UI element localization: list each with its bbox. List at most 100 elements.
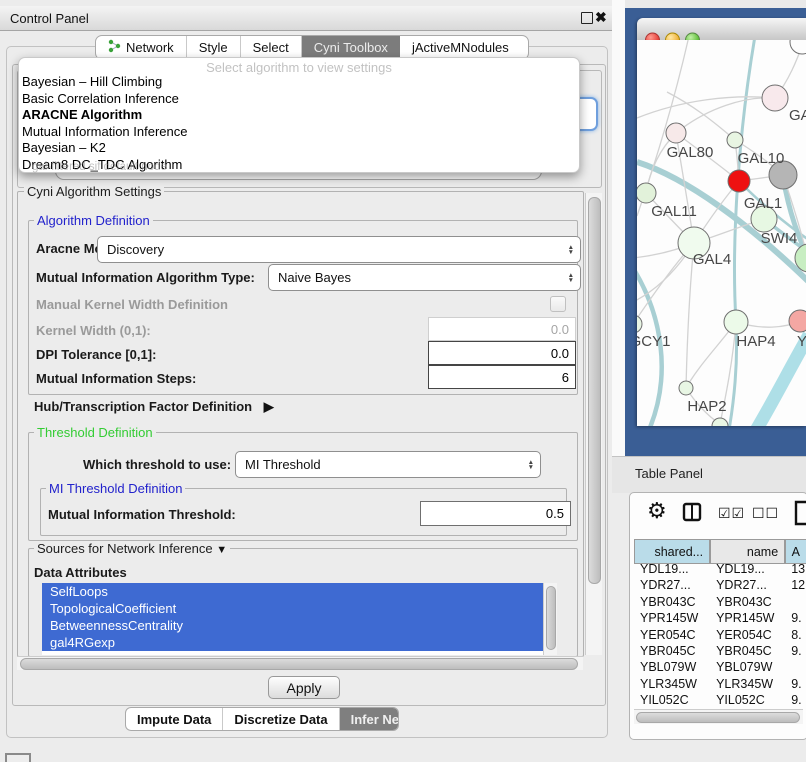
- table-row[interactable]: YLR345WYLR345W9.: [634, 677, 806, 693]
- mi-threshold-field[interactable]: 0.5: [420, 501, 571, 526]
- algorithm-popup-item[interactable]: Mutual Information Inference: [19, 124, 579, 141]
- tab-style[interactable]: Style: [187, 36, 241, 59]
- threshold-definition-title: Threshold Definition: [34, 425, 156, 440]
- minimized-panel-widget[interactable]: [5, 753, 31, 762]
- tab-jactivemnodules[interactable]: jActiveMNodules: [400, 36, 521, 59]
- attribute-list-item[interactable]: SelfLoops: [42, 583, 543, 600]
- table-horizontal-scrollbar[interactable]: [634, 709, 803, 724]
- network-edge[interactable]: [676, 98, 775, 133]
- tab-select[interactable]: Select: [241, 36, 302, 59]
- table-cell: YBL079W: [710, 660, 785, 676]
- network-node[interactable]: [728, 170, 750, 192]
- network-node-label: GAL4: [693, 251, 731, 268]
- table-cell: [785, 595, 806, 611]
- network-graph: GALGAL80GAL10GAL11GAL1SWI4GAL4GCY1HAP4YH…: [637, 40, 806, 426]
- network-node[interactable]: [790, 40, 806, 54]
- table-row[interactable]: YPR145WYPR145W9.: [634, 611, 806, 627]
- settings-horizontal-scrollbar[interactable]: [17, 656, 583, 670]
- attribute-list-item[interactable]: TopologicalCoefficient: [42, 600, 543, 617]
- network-canvas[interactable]: GALGAL80GAL10GAL11GAL1SWI4GAL4GCY1HAP4YH…: [637, 40, 806, 426]
- gear-icon[interactable]: ⚙: [647, 498, 667, 524]
- hub-definition-label: Hub/Transcription Factor Definition: [34, 399, 252, 414]
- table-header-row: shared...nameA: [634, 539, 806, 564]
- scrollbar-thumb[interactable]: [588, 197, 601, 584]
- bottom-tab-impute-data[interactable]: Impute Data: [126, 708, 223, 730]
- kernel-width-field[interactable]: 0.0: [428, 317, 576, 341]
- table-cell: YDR27...: [634, 578, 710, 594]
- table-cell: YER054C: [710, 628, 785, 644]
- float-panel-icon[interactable]: [581, 12, 593, 24]
- attribute-list-scrollbar[interactable]: [543, 583, 557, 655]
- table-row[interactable]: YDR27...YDR27...12: [634, 578, 806, 594]
- algorithm-popup-item[interactable]: Basic Correlation Inference: [19, 91, 579, 108]
- algorithm-popup-item[interactable]: Bayesian – K2: [19, 140, 579, 157]
- network-node-label: GCY1: [637, 333, 670, 350]
- network-node-label: HAP2: [687, 398, 726, 415]
- combo-stepper-icon: ▲▼: [568, 273, 574, 283]
- table-row[interactable]: YER054CYER054C8.: [634, 628, 806, 644]
- attribute-list-item[interactable]: gal4RGexp: [42, 634, 543, 651]
- scrollbar-thumb[interactable]: [20, 658, 578, 670]
- attribute-list-item[interactable]: BetweennessCentrality: [42, 617, 543, 634]
- network-node[interactable]: [666, 123, 686, 143]
- close-panel-icon[interactable]: ✖: [595, 9, 607, 26]
- network-node[interactable]: [762, 85, 788, 111]
- network-node[interactable]: [637, 315, 642, 333]
- table-cell: YIL052C: [710, 693, 785, 708]
- column-header[interactable]: name: [710, 540, 785, 563]
- mi-steps-field[interactable]: 6: [428, 365, 576, 389]
- network-node[interactable]: [637, 183, 656, 203]
- network-window[interactable]: GALGAL80GAL10GAL11GAL1SWI4GAL4GCY1HAP4YH…: [637, 18, 806, 426]
- scrollbar-thumb[interactable]: [636, 712, 800, 723]
- aracne-mode-value: Discovery: [107, 242, 164, 257]
- network-node-label: GAL1: [744, 195, 782, 212]
- data-attributes-list[interactable]: SelfLoopsTopologicalCoefficientBetweenne…: [42, 583, 557, 655]
- aracne-mode-combo[interactable]: Discovery ▲▼: [97, 236, 581, 263]
- algorithm-dropdown-popup: Select algorithm to view settings Bayesi…: [18, 57, 580, 173]
- network-area-top: [625, 0, 806, 8]
- hub-definition-toggle[interactable]: Hub/Transcription Factor Definition ▶: [34, 399, 274, 415]
- app-root: Control Panel ✖ NetworkStyleSelectCyni T…: [0, 0, 806, 762]
- table-row[interactable]: YIL052CYIL052C9.: [634, 693, 806, 708]
- algorithm-popup-item[interactable]: ARACNE Algorithm: [19, 107, 579, 124]
- document-icon[interactable]: [794, 500, 806, 531]
- sources-group-toggle[interactable]: Sources for Network Inference ▼: [34, 541, 230, 556]
- column-header[interactable]: A: [785, 540, 806, 563]
- table-row[interactable]: YDL19...YDL19...13: [634, 562, 806, 578]
- table-row[interactable]: YBL079WYBL079W: [634, 660, 806, 676]
- algorithm-definition-title: Algorithm Definition: [34, 213, 153, 228]
- table-row[interactable]: YBR045CYBR045C9.: [634, 644, 806, 660]
- table-cell: 13: [785, 562, 806, 578]
- table-row[interactable]: YBR043CYBR043C: [634, 595, 806, 611]
- network-edge[interactable]: [637, 97, 775, 118]
- deselect-all-checkboxes-icon[interactable]: ☐☐: [752, 505, 779, 522]
- network-node[interactable]: [727, 132, 743, 148]
- columns-icon[interactable]: [682, 502, 702, 527]
- tab-label: Cyni Toolbox: [314, 40, 388, 55]
- table-panel-title: Table Panel: [635, 466, 703, 481]
- scrollbar-thumb[interactable]: [546, 586, 556, 650]
- which-threshold-combo[interactable]: MI Threshold ▲▼: [235, 451, 541, 478]
- algorithm-popup-item[interactable]: Bayesian – Hill Climbing: [19, 74, 579, 91]
- select-all-checkboxes-icon[interactable]: ☑☑: [718, 505, 745, 522]
- combo-stepper-icon: ▲▼: [528, 460, 534, 470]
- column-header[interactable]: shared...: [634, 540, 710, 563]
- network-window-titlebar[interactable]: [637, 18, 806, 41]
- network-node[interactable]: [679, 381, 693, 395]
- mi-type-combo[interactable]: Naive Bayes ▲▼: [268, 264, 581, 291]
- manual-kernel-checkbox[interactable]: [550, 296, 566, 312]
- dpi-tolerance-field[interactable]: 0.0: [428, 341, 576, 365]
- cyni-bottom-tabbar: Impute DataDiscretize DataInfer Network: [125, 707, 399, 731]
- table-cell: 12: [785, 578, 806, 594]
- settings-vertical-scrollbar[interactable]: [585, 193, 602, 655]
- tab-network[interactable]: Network: [96, 36, 187, 59]
- panel-divider[interactable]: [612, 0, 625, 456]
- bottom-tab-discretize-data[interactable]: Discretize Data: [223, 708, 339, 730]
- network-node[interactable]: [724, 310, 748, 334]
- tab-cyni-toolbox[interactable]: Cyni Toolbox: [302, 36, 400, 59]
- bottom-tab-infer-network[interactable]: Infer Network: [340, 708, 399, 730]
- table-cell: 9.: [785, 611, 806, 627]
- apply-button[interactable]: Apply: [268, 676, 340, 699]
- network-node[interactable]: [789, 310, 806, 332]
- manual-kernel-label: Manual Kernel Width Definition: [36, 297, 228, 312]
